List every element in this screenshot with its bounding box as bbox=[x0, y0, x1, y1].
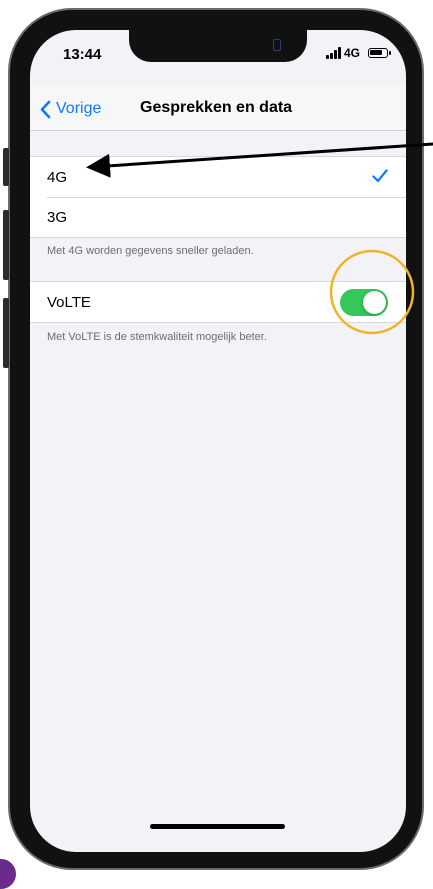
camera-indicator-icon bbox=[273, 39, 281, 51]
volte-group: VoLTE bbox=[30, 281, 406, 323]
volte-toggle[interactable] bbox=[340, 289, 388, 316]
back-button[interactable]: Vorige bbox=[40, 97, 101, 121]
chevron-left-icon bbox=[40, 100, 51, 118]
corner-decoration bbox=[0, 859, 16, 889]
side-button-volume-up bbox=[3, 210, 9, 280]
volte-row: VoLTE bbox=[30, 282, 406, 322]
battery-tip bbox=[389, 51, 391, 55]
page-title: Gesprekken en data bbox=[140, 99, 293, 116]
voice-data-group: 4G 3G bbox=[30, 156, 406, 238]
option-4g[interactable]: 4G bbox=[30, 157, 406, 197]
side-button-volume-down bbox=[3, 298, 9, 368]
phone-frame: 13:44 4G Vorige Gesprekken en data 4G 3G… bbox=[3, 8, 424, 870]
navigation-bar: Vorige Gesprekken en data bbox=[30, 86, 406, 131]
toggle-knob bbox=[363, 291, 386, 314]
side-button-silent bbox=[3, 148, 9, 186]
network-type: 4G bbox=[344, 46, 361, 60]
volte-footer: Met VoLTE is de stemkwaliteit mogelijk b… bbox=[47, 331, 267, 343]
option-3g[interactable]: 3G bbox=[30, 197, 406, 237]
status-time: 13:44 bbox=[63, 46, 102, 63]
checkmark-icon bbox=[372, 169, 388, 183]
battery-icon bbox=[368, 48, 388, 58]
home-indicator bbox=[150, 824, 285, 829]
back-label: Vorige bbox=[56, 100, 102, 117]
notch bbox=[129, 30, 307, 62]
option-3g-label: 3G bbox=[47, 208, 68, 226]
option-4g-label: 4G bbox=[47, 168, 68, 186]
volte-label: VoLTE bbox=[47, 293, 91, 311]
voice-data-footer: Met 4G worden gegevens sneller geladen. bbox=[47, 245, 254, 257]
phone-screen: 13:44 4G Vorige Gesprekken en data 4G 3G… bbox=[30, 30, 406, 852]
